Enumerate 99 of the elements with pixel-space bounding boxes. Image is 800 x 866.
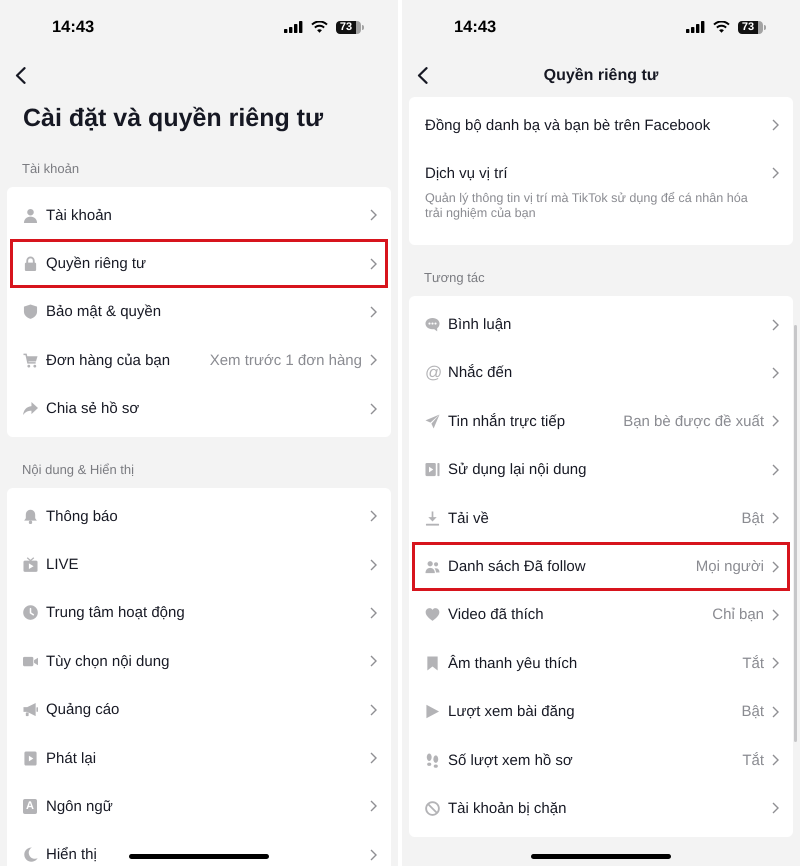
settings-item[interactable]: Tài khoản bbox=[10, 191, 388, 240]
status-time: 14:43 bbox=[52, 18, 94, 36]
settings-item[interactable]: Danh sách Đã follow Mọi người bbox=[412, 542, 790, 591]
chevron-icon bbox=[370, 848, 377, 861]
chevron-icon bbox=[370, 800, 377, 812]
item-description: Quản lý thông tin vị trí mà TikTok sử dụng để cá nhân hóa trải nghiệm của bạn bbox=[425, 191, 749, 222]
setting-value: Chỉ bạn bbox=[712, 606, 764, 624]
status-time: 14:43 bbox=[454, 18, 496, 36]
settings-item[interactable]: A Ngôn ngữ bbox=[10, 782, 388, 831]
battery-indicator: 73 bbox=[336, 20, 364, 34]
chevron-icon bbox=[772, 167, 779, 180]
lock-icon bbox=[23, 256, 38, 272]
signal-icon bbox=[686, 21, 705, 33]
back-icon[interactable] bbox=[417, 67, 428, 84]
at-sign-icon: @ bbox=[425, 362, 441, 383]
chevron-icon bbox=[772, 119, 779, 132]
page-title: Quyền riêng tư bbox=[544, 66, 658, 84]
moon-icon bbox=[23, 847, 38, 862]
letter-tile-icon: A bbox=[23, 798, 37, 814]
chevron-icon bbox=[370, 510, 377, 522]
share-arrow-icon bbox=[23, 401, 38, 416]
play-icon bbox=[425, 704, 440, 720]
chevron-icon bbox=[772, 754, 779, 766]
settings-item[interactable]: Hiển thị bbox=[10, 830, 388, 866]
settings-item[interactable]: Sử dụng lại nội dung bbox=[412, 446, 790, 494]
settings-item[interactable]: Tải về Bật bbox=[412, 494, 790, 542]
people-icon bbox=[425, 559, 440, 574]
settings-item[interactable]: Tài khoản bị chặn bbox=[412, 784, 790, 833]
chevron-icon bbox=[772, 415, 779, 428]
chevron-icon bbox=[370, 752, 377, 764]
settings-item[interactable]: Âm thanh yêu thích Tắt bbox=[412, 639, 790, 688]
wifi-icon bbox=[713, 21, 730, 33]
chevron-icon bbox=[772, 512, 779, 524]
megaphone-icon bbox=[23, 702, 38, 718]
settings-item[interactable]: Thông báo bbox=[10, 492, 388, 540]
settings-item[interactable]: Chia sẻ hồ sơ bbox=[10, 384, 388, 433]
setting-value: Tắt bbox=[742, 654, 764, 672]
clock-icon bbox=[23, 605, 38, 620]
settings-item[interactable]: Lượt xem bài đăng Bật bbox=[412, 688, 790, 736]
person-icon bbox=[23, 208, 38, 223]
setting-value: Bật bbox=[741, 510, 764, 527]
battery-indicator: 73 bbox=[738, 20, 766, 34]
settings-item[interactable]: Số lượt xem hồ sơ Tắt bbox=[412, 736, 790, 784]
chevron-icon bbox=[370, 558, 377, 571]
speech-bubble-icon bbox=[425, 317, 440, 332]
chevron-icon bbox=[772, 366, 779, 379]
setting-value: Bật bbox=[741, 703, 764, 720]
settings-item[interactable]: Dịch vụ vị trí Quản lý thông tin vị trí mà TikTok sử dụng để cá nhân hóa trải nghiệm của bạn bbox=[412, 149, 790, 242]
chevron-icon bbox=[370, 606, 377, 619]
settings-item[interactable]: Quảng cáo bbox=[10, 686, 388, 734]
chevron-icon bbox=[772, 802, 779, 814]
section-header: Nội dung & Hiển thị bbox=[21, 460, 136, 479]
chevron-icon bbox=[772, 608, 779, 621]
settings-item[interactable]: Đồng bộ danh bạ và bạn bè trên Facebook bbox=[412, 101, 790, 150]
settings-item[interactable]: Tùy chọn nội dung bbox=[10, 637, 388, 686]
setting-value: Tắt bbox=[742, 752, 764, 769]
bookmark-icon bbox=[425, 656, 440, 671]
back-icon[interactable] bbox=[15, 66, 26, 84]
chevron-icon bbox=[370, 655, 377, 668]
settings-item[interactable]: Tin nhắn trực tiếp Bạn bè được đề xuất bbox=[412, 397, 790, 446]
setting-value: Mọi người bbox=[696, 558, 764, 576]
settings-item[interactable]: Trung tâm hoạt động bbox=[10, 588, 388, 638]
paper-plane-icon bbox=[425, 414, 440, 429]
heart-icon bbox=[425, 607, 440, 622]
settings-item[interactable]: Phát lại bbox=[10, 734, 388, 782]
chevron-icon bbox=[370, 306, 377, 318]
chevron-icon bbox=[370, 354, 377, 366]
play-tile-icon bbox=[23, 750, 38, 766]
download-icon bbox=[425, 510, 440, 526]
setting-value: Bạn bè được đề xuất bbox=[623, 412, 764, 430]
chevron-icon bbox=[772, 560, 779, 573]
prohibited-icon bbox=[425, 800, 440, 816]
chevron-icon bbox=[370, 704, 377, 716]
settings-item[interactable]: Bảo mật & quyền bbox=[10, 288, 388, 336]
wifi-icon bbox=[311, 21, 328, 33]
setting-value: Xem trước 1 đơn hàng bbox=[210, 352, 362, 369]
section-header: Tương tác bbox=[423, 269, 486, 288]
chevron-icon bbox=[772, 706, 779, 718]
settings-item[interactable]: Video đã thích Chỉ bạn bbox=[412, 590, 790, 640]
settings-item[interactable]: @ Nhắc đến bbox=[412, 348, 790, 398]
settings-item[interactable]: Quyền riêng tư bbox=[10, 239, 388, 288]
settings-item[interactable]: Đơn hàng của bạn Xem trước 1 đơn hàng bbox=[10, 336, 388, 385]
section-header: Tài khoản bbox=[21, 160, 80, 178]
bell-icon bbox=[23, 508, 38, 524]
video-tile-icon bbox=[425, 462, 440, 478]
tv-icon bbox=[23, 557, 38, 572]
settings-item[interactable]: Bình luận bbox=[412, 300, 790, 349]
footprints-icon bbox=[425, 752, 440, 768]
settings-item[interactable]: LIVE bbox=[10, 540, 388, 589]
signal-icon bbox=[284, 21, 303, 33]
shield-icon bbox=[23, 304, 38, 320]
chevron-icon bbox=[370, 209, 377, 222]
cart-icon bbox=[23, 352, 38, 368]
chevron-icon bbox=[772, 464, 779, 476]
chevron-icon bbox=[772, 318, 779, 331]
chevron-icon bbox=[370, 402, 377, 415]
chevron-icon bbox=[370, 258, 377, 270]
page-title: Cài đặt và quyền riêng tư bbox=[22, 103, 324, 134]
chevron-icon bbox=[772, 657, 779, 670]
